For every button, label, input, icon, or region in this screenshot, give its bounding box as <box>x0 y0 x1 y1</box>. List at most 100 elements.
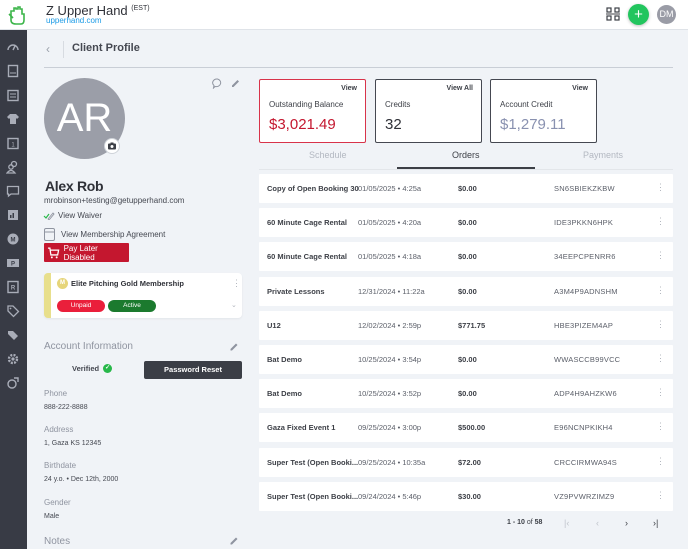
tab-payments[interactable]: Payments <box>583 150 623 160</box>
next-page-button[interactable]: › <box>625 518 628 528</box>
tag-icon[interactable] <box>6 304 20 318</box>
messages-icon[interactable] <box>6 184 20 198</box>
resources-icon[interactable]: R <box>6 280 20 294</box>
order-date: 01/05/2025 • 4:20a <box>358 218 422 228</box>
birthdate-label: Birthdate <box>44 461 77 470</box>
order-name: Private Lessons <box>267 286 325 296</box>
more-options-icon[interactable]: ⋮ <box>656 285 665 296</box>
view-all-credits-link[interactable]: View All <box>447 85 473 92</box>
order-amount: $0.00 <box>458 286 477 296</box>
order-row[interactable]: Gaza Fixed Event 1 09/25/2024 • 3:00p $500… <box>259 413 673 443</box>
more-options-icon[interactable]: ⋮ <box>656 490 665 501</box>
phone-label: Phone <box>44 389 68 398</box>
dashboard-icon[interactable] <box>6 40 20 54</box>
page-total: 58 <box>534 519 543 526</box>
more-options-icon[interactable]: ⋮ <box>656 421 665 432</box>
edit-notes-icon[interactable] <box>229 536 239 546</box>
order-date: 01/05/2025 • 4:25a <box>358 184 422 193</box>
order-date: 09/25/2024 • 10:35a <box>358 457 426 467</box>
prev-page-button[interactable]: ‹ <box>596 518 599 528</box>
add-button[interactable]: + <box>628 4 649 25</box>
edit-profile-icon[interactable] <box>230 78 241 89</box>
view-account-credit-link[interactable]: View <box>572 85 588 92</box>
order-date: 09/25/2024 • 3:00p <box>358 423 422 433</box>
tab-bar: Schedule Orders Payments <box>259 146 673 170</box>
order-name: Bat Demo <box>267 389 303 399</box>
order-row[interactable]: 60 Minute Cage Rental 01/05/2025 • 4:20a $… <box>259 208 673 238</box>
camera-icon <box>108 142 116 150</box>
order-code: A3M4P9ADNSHM <box>554 286 618 296</box>
change-photo-button[interactable] <box>104 138 120 154</box>
memberships-icon[interactable]: M <box>6 232 20 246</box>
calendar-day-icon[interactable]: 1 <box>6 136 20 150</box>
stat-label: Credits <box>385 100 411 109</box>
tab-schedule[interactable]: Schedule <box>309 150 347 160</box>
qr-scan-icon[interactable] <box>606 7 620 21</box>
order-amount: $30.00 <box>458 491 481 501</box>
book-icon[interactable] <box>6 64 20 78</box>
view-waiver-label: View Waiver <box>58 211 103 220</box>
order-name: U12 <box>267 320 281 330</box>
svg-text:R: R <box>11 286 16 292</box>
order-date: 12/31/2024 • 11:22a <box>358 286 425 296</box>
more-options-icon[interactable]: ⋮ <box>656 250 665 261</box>
order-name: 60 Minute Cage Rental <box>267 252 348 262</box>
address-value: 1, Gaza KS 12345 <box>44 440 102 447</box>
stat-value: 32 <box>385 116 402 133</box>
order-row[interactable]: Super Test (Open Booki... 09/24/2024 • 5:… <box>259 481 673 511</box>
user-avatar[interactable]: DM <box>657 5 676 24</box>
view-waiver-link[interactable]: View Waiver <box>43 211 102 220</box>
order-row[interactable]: 60 Minute Cage Rental 01/05/2025 • 4:18a $… <box>259 242 673 272</box>
more-options-icon[interactable]: ⋮ <box>656 353 665 364</box>
gender-label: Gender <box>44 498 71 507</box>
stat-value: $3,021.49 <box>269 116 336 133</box>
shirt-icon[interactable] <box>6 112 20 126</box>
page-of: of <box>526 519 533 526</box>
order-row[interactable]: Bat Demo 10/25/2024 • 3:52p $0.00 ADP4H9AHZ… <box>259 379 673 409</box>
order-code: WWASCCB99VCC <box>554 354 621 364</box>
pass-icon[interactable]: P <box>6 256 20 270</box>
divider <box>63 41 64 58</box>
more-options-icon[interactable]: ⋮ <box>656 216 665 227</box>
chevron-down-icon[interactable]: ⌄ <box>231 301 237 309</box>
chat-icon[interactable] <box>212 78 223 89</box>
staff-settings-icon[interactable] <box>6 376 20 390</box>
tab-orders[interactable]: Orders <box>452 150 480 160</box>
notes-title: Notes <box>44 536 71 547</box>
active-tab-indicator <box>397 167 535 169</box>
order-code: CRCCIRMWA94S <box>554 457 617 467</box>
order-row[interactable]: U12 12/02/2024 • 2:59p $771.75 HBE3PIZEM4AP… <box>259 310 673 340</box>
tags-icon[interactable] <box>6 328 20 342</box>
back-button[interactable]: ‹ <box>46 42 50 56</box>
view-balance-link[interactable]: View <box>341 85 357 92</box>
verified-label: Verified <box>72 364 100 373</box>
order-row[interactable]: Bat Demo 10/25/2024 • 3:54p $0.00 WWASCCB99… <box>259 344 673 374</box>
password-reset-button[interactable]: Password Reset <box>144 361 242 379</box>
more-options-icon[interactable]: ⋮ <box>656 182 665 193</box>
order-amount: $500.00 <box>458 423 486 433</box>
order-code: IDE3PKKN6HPK <box>554 218 614 228</box>
more-options-icon[interactable]: ⋮ <box>656 456 665 467</box>
settings-icon[interactable] <box>6 352 20 366</box>
order-row[interactable]: Private Lessons 12/31/2024 • 11:22a $0.00 A… <box>259 276 673 306</box>
view-agreement-link[interactable]: View Membership Agreement <box>44 228 165 241</box>
edit-account-icon[interactable] <box>229 342 239 352</box>
first-page-button[interactable]: |‹ <box>564 518 569 528</box>
membership-card[interactable]: M Elite Pitching Gold Membership ⋮ Unpai… <box>44 273 242 318</box>
order-row[interactable]: Super Test (Open Booki... 09/25/2024 • 10… <box>259 447 673 477</box>
account-credit-card: View Account Credit $1,279.11 <box>490 79 597 143</box>
reports-icon[interactable] <box>6 208 20 222</box>
more-options-icon[interactable]: ⋮ <box>232 278 241 289</box>
order-amount: $0.00 <box>458 218 477 228</box>
upper-hand-logo-icon[interactable] <box>8 5 26 25</box>
membership-icon: M <box>57 278 68 289</box>
order-row[interactable]: Copy of Open Booking 30 01/05/2025 • 4:25… <box>259 174 673 203</box>
calendar-icon[interactable] <box>6 88 20 102</box>
pay-later-status[interactable]: Pay Later Disabled <box>44 243 129 262</box>
clients-icon[interactable] <box>6 160 20 174</box>
waiver-icon <box>43 212 55 220</box>
last-page-button[interactable]: ›| <box>653 518 658 528</box>
more-options-icon[interactable]: ⋮ <box>656 387 665 398</box>
order-code: 34EEPCPENRR6 <box>554 252 616 262</box>
more-options-icon[interactable]: ⋮ <box>656 319 665 330</box>
